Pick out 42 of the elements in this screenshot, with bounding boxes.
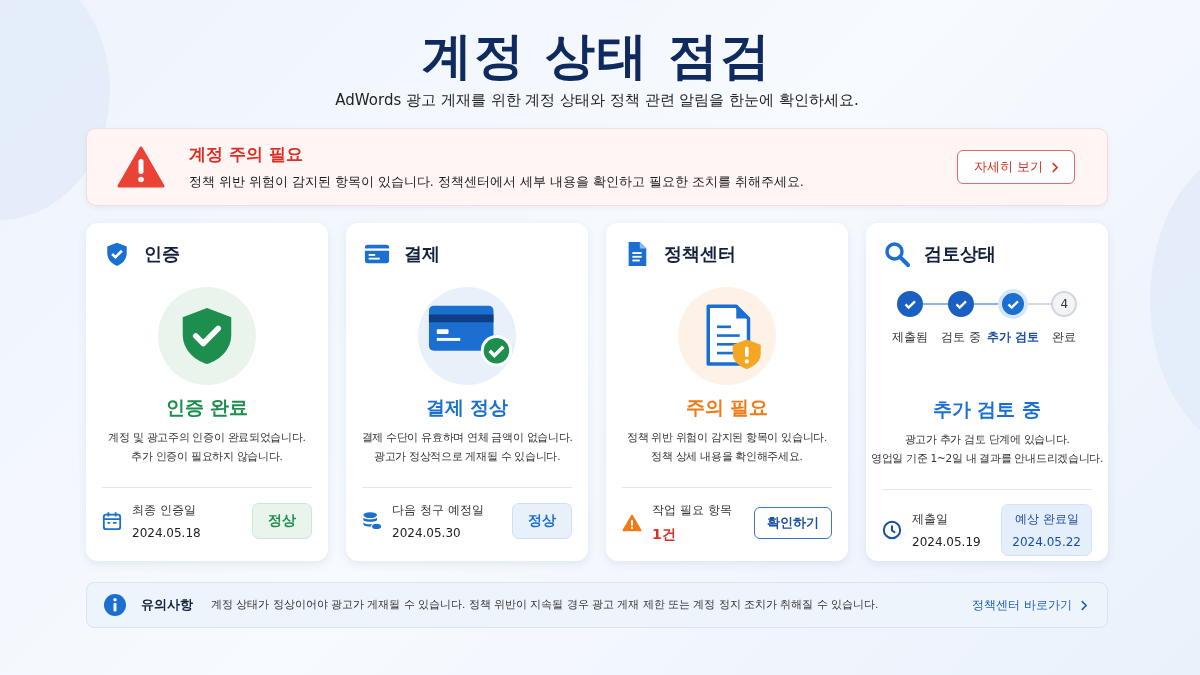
page-title: 계정 상태 점검 [420,26,774,87]
footer-value: 1건 [652,526,677,544]
footer-label: 다음 청구 예정일 [392,502,485,519]
step-marker: 4 [1051,291,1078,317]
description-line: 광고가 정상적으로 게재될 수 있습니다. [373,450,561,464]
estimate-date: 2024.05.22 [1012,535,1081,549]
description-line: 영업일 기준 1~2일 내 결과를 안내드리겠습니다. [870,452,1104,466]
alert-message: 정책 위반 위험이 감지된 항목이 있습니다. 정책센터에서 세부 내용을 확인하고 필요한 조치를 취해주세요. [189,174,805,191]
details-button[interactable]: 자세히 보기 [956,150,1075,184]
status-badge: 정상 [512,503,572,539]
footer-value: 2024.05.18 [132,526,202,540]
step-label: 제출됨 [891,329,928,346]
step-label: 검토 중 [941,329,981,346]
description-line: 계정 및 광고주의 인증이 완료되었습니다. [108,431,306,445]
description-line: 추가 인증이 필요하지 않습니다. [131,450,283,464]
alert-title: 계정 주의 필요 [189,143,304,166]
description-line: 정책 상세 내용을 확인해주세요. [651,450,803,464]
step-label: 추가 검토 [986,329,1039,346]
card-title: 인증 [144,242,180,266]
page-subtitle: AdWords 광고 게재를 위한 계정 상태와 정책 관련 알림을 한눈에 확인하세요. [334,91,860,110]
status-title: 결제 정상 [425,395,509,420]
status-title: 주의 필요 [685,395,769,420]
estimate-label: 예상 완료일 [1014,511,1079,528]
description-line: 광고가 추가 검토 단계에 있습니다. [904,433,1070,447]
footer-value: 2024.05.19 [912,535,982,549]
card-title: 검토상태 [924,242,996,266]
description-line: 결제 수단이 유효하며 연체 금액이 없습니다. [361,431,573,445]
status-title: 추가 검토 중 [932,397,1042,422]
card-title: 정책센터 [664,242,736,266]
confirm-button[interactable]: 확인하기 [754,507,832,539]
card-title: 결제 [404,242,440,266]
notice-title: 유의사항 [141,596,193,614]
policy-center-link[interactable]: 정책센터 바로가기 [972,596,1087,614]
status-badge: 정상 [252,503,312,539]
step-label: 완료 [1052,329,1077,346]
footer-label: 최종 인증일 [132,502,197,519]
footer-label: 작업 필요 항목 [652,502,733,519]
status-title: 인증 완료 [165,395,249,420]
footer-value: 2024.05.30 [392,526,462,540]
footer-label: 제출일 [912,511,949,528]
description-line: 정책 위반 위험이 감지된 항목이 있습니다. [626,431,828,445]
notice-message: 계정 상태가 정상이어야 광고가 게재될 수 있습니다. 정책 위반이 지속될 경우 광고 게재 제한 또는 계정 정지 조치가 취해질 수 있습니다. [211,598,880,612]
